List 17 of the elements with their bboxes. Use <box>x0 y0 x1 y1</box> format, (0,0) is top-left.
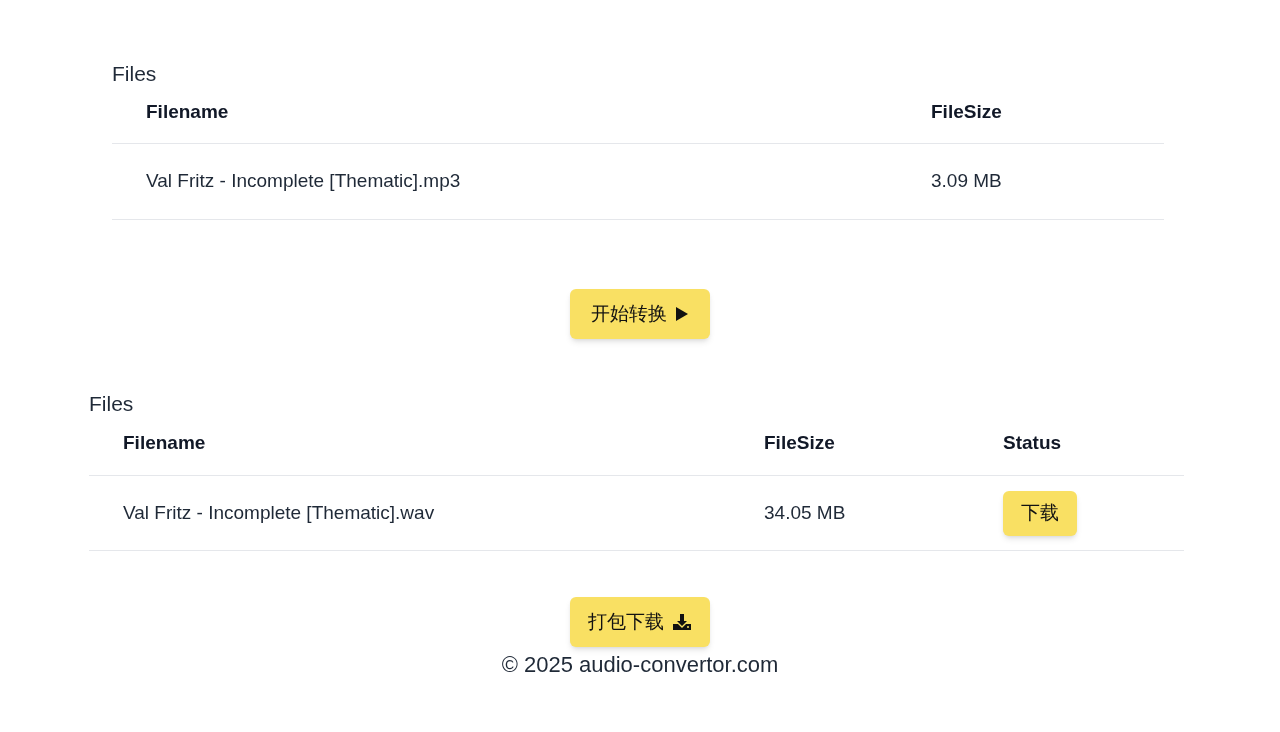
download-all-button[interactable]: 打包下载 <box>570 597 710 647</box>
column-header: Filename <box>145 100 230 125</box>
table-cell-text: 3.09 MB <box>930 169 1003 194</box>
download-icon <box>672 613 692 631</box>
convert-button[interactable]: 开始转换 <box>570 289 710 339</box>
column-header: Status <box>1002 431 1063 456</box>
section-title: Files <box>112 61 158 87</box>
section-title: Files <box>89 391 135 417</box>
column-header: FileSize <box>930 100 1003 125</box>
column-header: Filename <box>122 431 207 456</box>
download-button[interactable]: 下载 <box>1003 490 1077 536</box>
table-cell-text: Val Fritz - Incomplete [Thematic].mp3 <box>145 169 462 194</box>
play-icon <box>675 306 689 322</box>
column-header: FileSize <box>763 431 836 456</box>
copyright-text: © 2025 audio-convertor.com <box>501 651 779 679</box>
table-cell-text: Val Fritz - Incomplete [Thematic].wav <box>122 500 436 525</box>
table-cell-text: 34.05 MB <box>763 500 847 525</box>
